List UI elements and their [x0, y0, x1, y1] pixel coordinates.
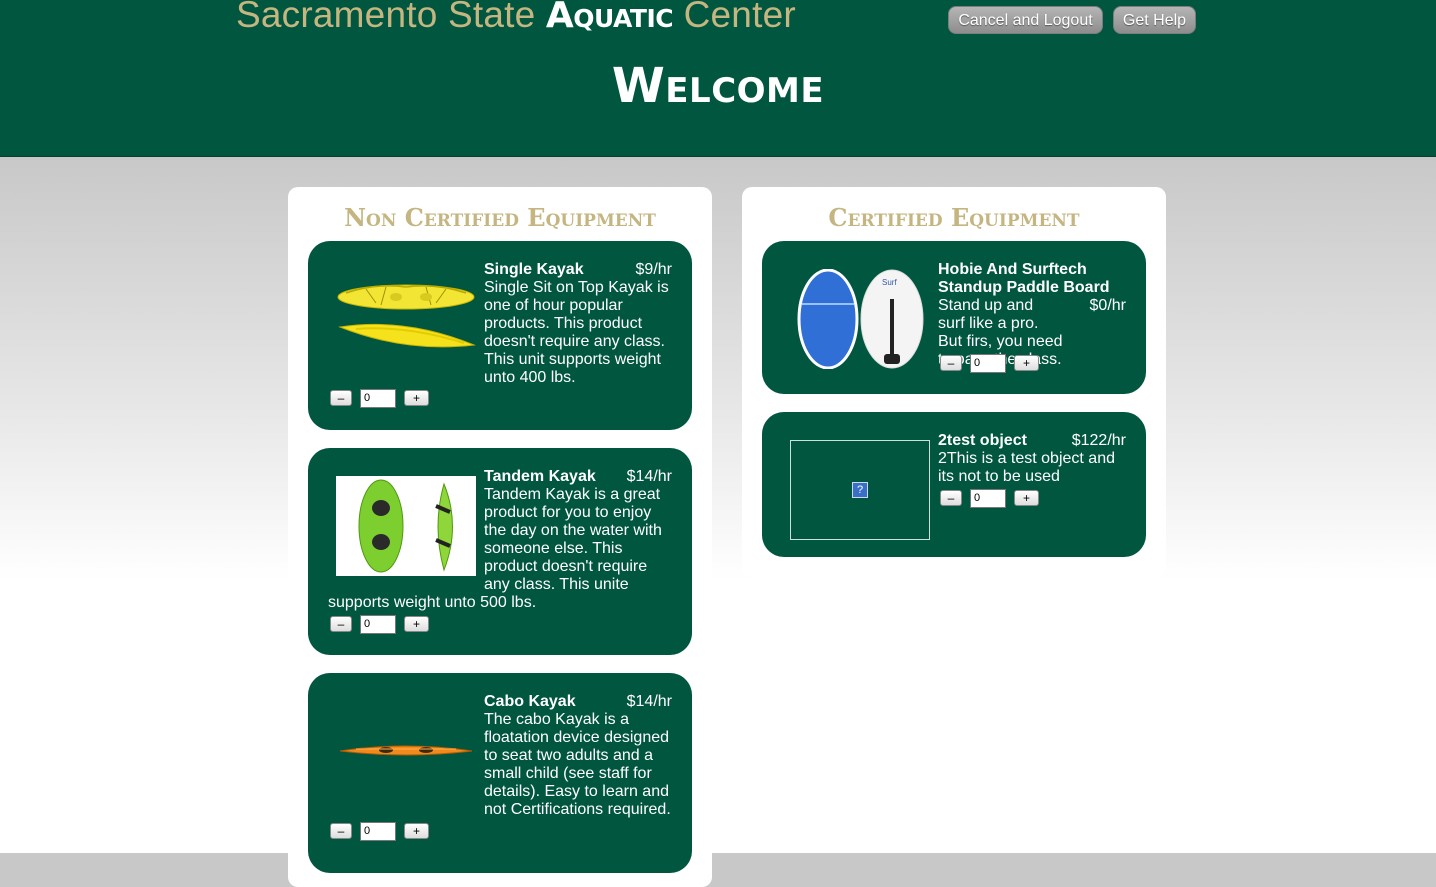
single-kayak-info: Single Kayak $9/hr Single Sit on Top Kay…: [484, 261, 672, 387]
equipment-name: Hobie And Surftech Standup Paddle Board: [938, 261, 1110, 296]
site-title-part2: Aquatic: [545, 0, 674, 36]
broken-image-icon: ?: [852, 482, 868, 498]
non-certified-title: Non Certified Equipment: [344, 203, 656, 232]
decrement-button[interactable]: –: [330, 616, 352, 632]
increment-button[interactable]: +: [1014, 490, 1039, 506]
tandem-kayak-info: Tandem Kayak $14/hr Tandem Kayak is a gr…: [484, 468, 672, 594]
equipment-price: $14/hr: [626, 468, 672, 485]
decrement-button[interactable]: –: [330, 823, 352, 839]
site-title-part3: Center: [683, 0, 796, 35]
equipment-description: Single Sit on Top Kayak is one of hour p…: [484, 279, 669, 386]
certified-panel: Certified Equipment Surf Hobie And Surft…: [742, 187, 1166, 577]
increment-button[interactable]: +: [404, 823, 429, 839]
equipment-description-tail: supports weight unto 500 lbs.: [328, 594, 537, 611]
decrement-button[interactable]: –: [330, 390, 352, 406]
site-title-part1: Sacramento State: [236, 0, 536, 35]
welcome-heading: Welcome: [611, 58, 825, 114]
non-certified-panel: Non Certified Equipment Single Kayak $9/…: [288, 187, 712, 887]
increment-button[interactable]: +: [1014, 355, 1039, 371]
get-help-button[interactable]: Get Help: [1113, 6, 1196, 34]
quantity-input[interactable]: 0: [360, 822, 396, 841]
quantity-input[interactable]: 0: [970, 489, 1006, 508]
paddle-board-info: Hobie And Surftech Standup Paddle Board …: [938, 261, 1126, 369]
missing-image-placeholder: ?: [790, 440, 930, 540]
single-kayak-image: [337, 284, 476, 348]
equipment-price: $9/hr: [635, 261, 672, 278]
certified-title: Certified Equipment: [828, 203, 1080, 232]
equipment-description: Tandem Kayak is a great product for you …: [484, 486, 662, 593]
test-object-info: 2test object $122/hr 2This is a test obj…: [938, 432, 1126, 486]
quantity-input[interactable]: 0: [360, 615, 396, 634]
equipment-card-tandem-kayak: Tandem Kayak $14/hr Tandem Kayak is a gr…: [308, 448, 692, 655]
equipment-card-cabo-kayak: Cabo Kayak $14/hr The cabo Kayak is a fl…: [308, 673, 692, 873]
equipment-price: $0/hr: [1089, 297, 1126, 314]
increment-button[interactable]: +: [404, 390, 429, 406]
decrement-button[interactable]: –: [940, 490, 962, 506]
quantity-input[interactable]: 0: [970, 354, 1006, 373]
site-header: Sacramento State Aquatic Center Cancel a…: [0, 0, 1436, 157]
equipment-description: 2This is a test object and its not to be…: [938, 450, 1115, 485]
increment-button[interactable]: +: [404, 616, 429, 632]
paddle-board-image: Surf: [797, 269, 924, 369]
equipment-description: The cabo Kayak is a floatation device de…: [484, 711, 671, 818]
cancel-logout-button[interactable]: Cancel and Logout: [948, 6, 1103, 34]
site-title: Sacramento State Aquatic Center: [236, 0, 796, 36]
cabo-kayak-info: Cabo Kayak $14/hr The cabo Kayak is a fl…: [484, 693, 672, 819]
equipment-price: $122/hr: [1071, 432, 1126, 449]
svg-text:Surf: Surf: [882, 278, 897, 287]
equipment-card-test-object: ? 2test object $122/hr 2This is a test o…: [762, 412, 1146, 557]
decrement-button[interactable]: –: [940, 355, 962, 371]
equipment-card-paddle-board: Surf Hobie And Surftech Standup Paddle B…: [762, 241, 1146, 394]
equipment-price: $14/hr: [626, 693, 672, 710]
equipment-card-single-kayak: Single Kayak $9/hr Single Sit on Top Kay…: [308, 241, 692, 430]
tandem-kayak-image: [336, 476, 476, 576]
quantity-input[interactable]: 0: [360, 389, 396, 408]
cabo-kayak-image: [339, 745, 473, 756]
